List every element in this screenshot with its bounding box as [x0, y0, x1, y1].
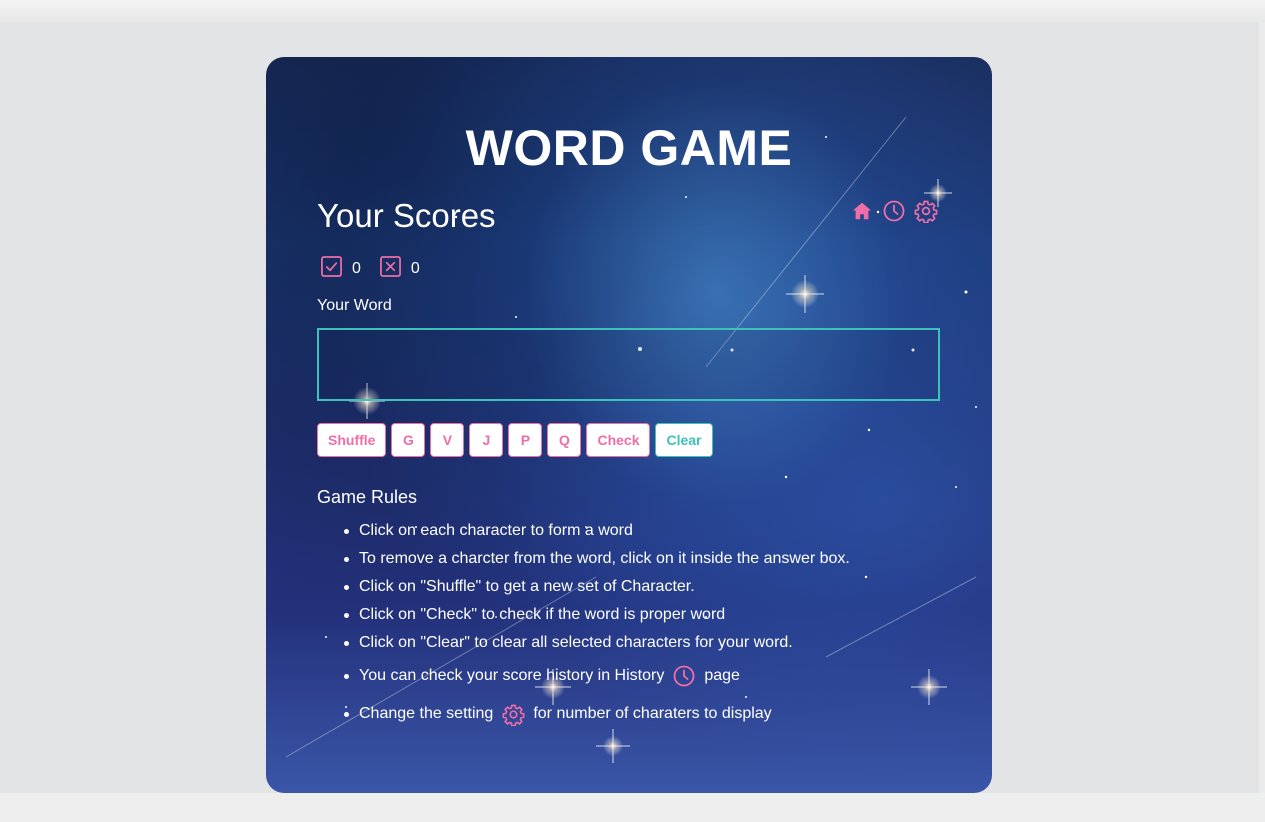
rule-settings-suffix: for number of charaters to display: [533, 705, 772, 722]
score-row: 0 0: [321, 254, 439, 278]
game-card: WORD GAME Your Scores 0 0 Your Word Shuf…: [266, 57, 992, 793]
gear-icon: [501, 702, 525, 726]
wrong-score: 0: [410, 260, 420, 277]
letter-button-q[interactable]: Q: [547, 423, 582, 457]
check-square-icon: [321, 255, 342, 277]
page-title: WORD GAME: [465, 120, 793, 176]
rule-item: Click on "Shuffle" to get a new set of C…: [344, 573, 850, 601]
letter-button-v[interactable]: V: [430, 423, 465, 457]
clock-icon: [672, 664, 696, 688]
letter-button-j[interactable]: J: [469, 423, 504, 457]
clear-button[interactable]: Clear: [655, 423, 713, 457]
gear-icon[interactable]: [913, 198, 939, 224]
correct-score: 0: [352, 260, 361, 277]
rule-item: To remove a charcter from the word, clic…: [344, 545, 850, 573]
rule-item-history: You can check your score history in Hist…: [344, 657, 850, 695]
home-icon[interactable]: [849, 198, 875, 224]
rule-item: Click on each character to form a word: [344, 517, 850, 545]
rule-history-text: You can check your score history in Hist…: [359, 667, 665, 684]
check-button[interactable]: Check: [586, 423, 651, 457]
page-right-edge: [1259, 22, 1265, 793]
rules-list: Click on each character to form a word T…: [344, 517, 850, 733]
rule-item: Click on "Check" to check if the word is…: [344, 601, 850, 629]
shuffle-button[interactable]: Shuffle: [317, 423, 387, 457]
answer-box[interactable]: [317, 328, 940, 401]
rule-item: Click on "Clear" to clear all selected c…: [344, 629, 850, 657]
rules-heading: Game Rules: [317, 487, 418, 507]
page-bottom-bar: [0, 793, 1265, 822]
button-row: Shuffle G V J P Q Check Clear: [317, 423, 713, 457]
word-label: Your Word: [317, 297, 392, 314]
rule-history-suffix: page: [704, 667, 740, 684]
rule-settings-text: Change the setting: [359, 705, 494, 722]
letter-button-p[interactable]: P: [508, 423, 543, 457]
rule-item-settings: Change the setting for number of charate…: [344, 695, 850, 733]
scores-heading: Your Scores: [317, 197, 496, 234]
letter-button-g[interactable]: G: [391, 423, 426, 457]
clock-icon[interactable]: [881, 198, 907, 224]
x-square-icon: [380, 255, 401, 277]
nav-icons: [849, 198, 939, 224]
browser-top-bar: [0, 0, 1265, 22]
